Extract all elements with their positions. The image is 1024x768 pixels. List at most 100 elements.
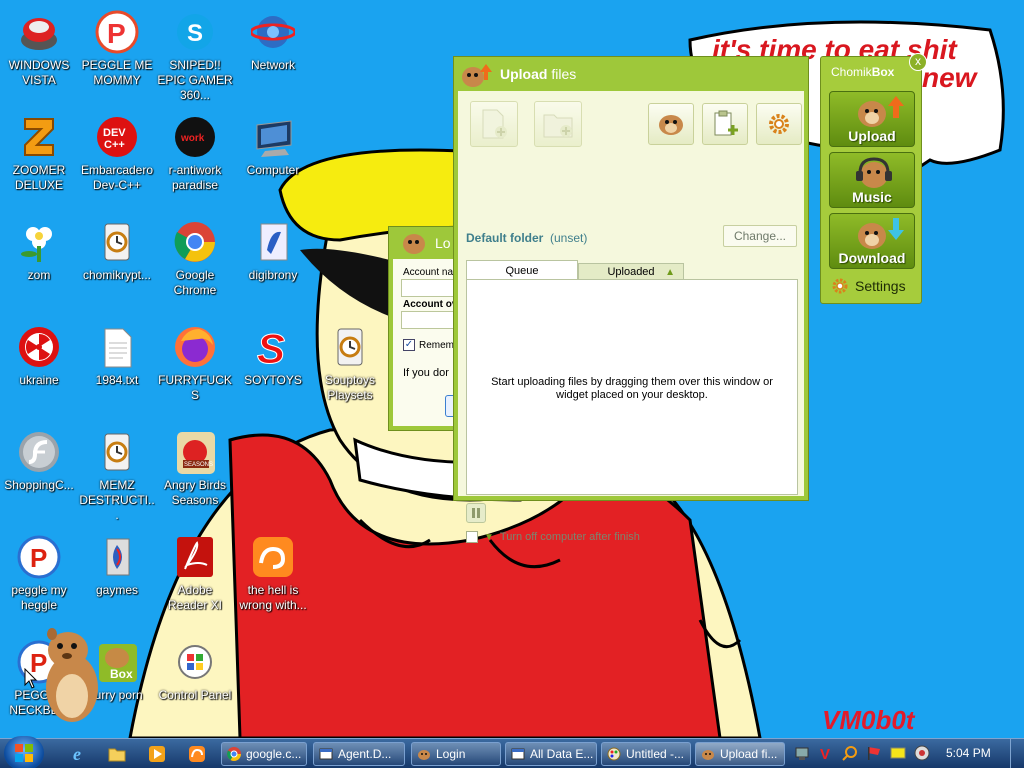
- tray-flag-icon[interactable]: [866, 745, 882, 761]
- hamster-headphones-icon: [856, 157, 892, 188]
- desktop-icon-peggle-my-heggle[interactable]: P peggle my heggle: [1, 533, 77, 613]
- desktop-icon-gaymes[interactable]: gaymes: [79, 533, 155, 598]
- clipboard-add-icon: [714, 110, 738, 136]
- desktop-icon-chomikrypt[interactable]: chomikrypt...: [79, 218, 155, 283]
- wallpaper-signature: VM0b0t: [822, 705, 915, 735]
- quicklaunch-ie-icon[interactable]: e: [66, 743, 88, 765]
- add-files-button[interactable]: [470, 101, 518, 147]
- default-folder-value: (unset): [550, 231, 588, 245]
- digibrony-icon: [249, 218, 297, 266]
- chomikbox-widget[interactable]: ChomikBox x Upload Music Download Settin…: [820, 53, 927, 304]
- soytoys-icon: S: [249, 323, 297, 371]
- desktop-icon-label: zom: [27, 268, 51, 282]
- taskbar-clock[interactable]: 5:04 PM: [946, 746, 991, 760]
- desktop-icon-souptoys-playsets[interactable]: Souptoys Playsets: [312, 323, 388, 403]
- pause-button[interactable]: [466, 503, 486, 523]
- desktop-icon-computer[interactable]: Computer: [235, 113, 311, 178]
- taskbar-item-chrome[interactable]: google.c...: [221, 742, 307, 766]
- widget-download-button[interactable]: Download: [829, 213, 915, 269]
- settings-button[interactable]: [756, 103, 802, 145]
- queue-panel[interactable]: Start uploading files by dragging them o…: [466, 279, 798, 495]
- desktop-icon-digibrony[interactable]: digibrony: [235, 218, 311, 283]
- desktop-icon-dev-cpp[interactable]: DEV C++ Embarcadero Dev-C++: [79, 113, 155, 193]
- desktop-icon-label: Embarcadero Dev-C++: [80, 163, 154, 192]
- tab-queue[interactable]: Queue: [466, 260, 578, 280]
- system-tray: V: [792, 739, 942, 768]
- change-folder-button[interactable]: Change...: [723, 225, 797, 247]
- desktop-icon-network[interactable]: Network: [235, 8, 311, 73]
- desktop-icon-furryfucks[interactable]: FURRYFUCKS: [157, 323, 233, 403]
- desktop-icon-label: chomikrypt...: [82, 268, 151, 282]
- adobe-reader-icon: [171, 533, 219, 581]
- widget-music-button[interactable]: Music: [829, 152, 915, 208]
- desktop-icon-windows-vista[interactable]: WINDOWS VISTA: [1, 8, 77, 88]
- taskbar-item-upload-files[interactable]: Upload fi...: [695, 742, 785, 766]
- taskbar-item-login[interactable]: Login: [411, 742, 501, 766]
- desktop-icon-the-hell-is-wrong[interactable]: the hell is wrong with...: [235, 533, 311, 613]
- desktop-icon-label: PEGGLE ME MOMMY: [81, 58, 153, 87]
- tray-v-icon[interactable]: V: [818, 745, 834, 761]
- taskbar-item-label: Agent.D...: [338, 747, 392, 761]
- tray-monitor-icon[interactable]: [890, 745, 906, 761]
- tray-volume-icon[interactable]: [914, 745, 930, 761]
- quicklaunch-uc-icon[interactable]: [186, 743, 208, 765]
- shutdown-option[interactable]: ▼ Turn off computer after finish: [466, 531, 640, 543]
- desktop-icon-adobe-reader[interactable]: Adobe Reader XI: [157, 533, 233, 613]
- pause-icon: [472, 508, 480, 518]
- taskbar-item-paint[interactable]: Untitled -...: [601, 742, 691, 766]
- chrome-icon: [171, 218, 219, 266]
- clipboard-add-button[interactable]: [702, 103, 748, 145]
- svg-text:SEASONS: SEASONS: [184, 462, 213, 468]
- mouse-cursor: [24, 668, 38, 689]
- tab-uploaded[interactable]: Uploaded ▲: [578, 263, 684, 280]
- upload-window-title: Upload files: [500, 66, 577, 82]
- shutdown-checkbox[interactable]: [466, 531, 478, 543]
- start-button[interactable]: [4, 736, 44, 768]
- desktop-icon-google-chrome[interactable]: Google Chrome: [157, 218, 233, 298]
- widget-settings-button[interactable]: Settings: [831, 277, 906, 295]
- account-password-label: Account ov: [403, 299, 458, 310]
- account-name-label: Account na: [403, 267, 454, 278]
- show-desktop-button[interactable]: [1010, 739, 1024, 768]
- desktop-icon-r-antiwork[interactable]: work r-antiwork paradise: [157, 113, 233, 193]
- flash-icon: [15, 428, 63, 476]
- taskbar-item-agent[interactable]: Agent.D...: [313, 742, 405, 766]
- desktop-icon-label: Angry Birds Seasons: [163, 478, 227, 507]
- hamster-icon: [403, 234, 425, 254]
- taskbar-item-label: google.c...: [246, 747, 302, 761]
- remember-checkbox[interactable]: ✓: [403, 339, 415, 351]
- desktop-icon-memz[interactable]: MEMZ DESTRUCTI...: [79, 428, 155, 523]
- add-folder-button[interactable]: [534, 101, 582, 147]
- hamster-mascot[interactable]: [38, 626, 108, 726]
- widget-upload-button[interactable]: Upload: [829, 91, 915, 147]
- svg-text:P: P: [107, 18, 126, 49]
- desktop-icon-zom[interactable]: zom: [1, 218, 77, 283]
- network-icon: [249, 8, 297, 56]
- widget-close-button[interactable]: x: [909, 53, 927, 71]
- desktop-icon-sniped[interactable]: S SNIPED!! EPIC GAMER 360...: [157, 8, 233, 103]
- shortcut-icon: [93, 218, 141, 266]
- svg-text:Box: Box: [110, 667, 133, 681]
- quicklaunch-media-icon[interactable]: [146, 743, 168, 765]
- desktop-icon-label: WINDOWS VISTA: [8, 58, 70, 87]
- tray-search-icon[interactable]: [842, 745, 858, 761]
- desktop-icon-control-panel[interactable]: Control Panel: [157, 638, 233, 703]
- upload-files-window[interactable]: Upload files Default folder (unset) Chan…: [453, 56, 809, 543]
- desktop-icon-peggle-me-mommy[interactable]: P PEGGLE ME MOMMY: [79, 8, 155, 88]
- desktop-icon-ukraine[interactable]: ukraine: [1, 323, 77, 388]
- quicklaunch-explorer-icon[interactable]: [106, 743, 128, 765]
- login-hint: If you dor: [403, 367, 449, 379]
- default-folder-label: Default folder: [466, 231, 544, 245]
- desktop-icon-shoppingc[interactable]: ShoppingC...: [1, 428, 77, 493]
- chomik-account-button[interactable]: [648, 103, 694, 145]
- windows-logo-icon: [15, 744, 33, 762]
- taskbar-item-all-data[interactable]: All Data E...: [505, 742, 597, 766]
- tray-network-icon[interactable]: [794, 745, 810, 761]
- desktop-icon-label: r-antiwork paradise: [168, 163, 222, 192]
- desktop-icon-zoomer-deluxe[interactable]: ZOOMER DELUXE: [1, 113, 77, 193]
- desktop-icon-soytoys[interactable]: S SOYTOYS: [235, 323, 311, 388]
- upload-window-titlebar[interactable]: Upload files: [454, 57, 808, 91]
- desktop-icon-angry-birds[interactable]: SEASONS Angry Birds Seasons: [157, 428, 233, 508]
- add-folder-icon: [543, 114, 573, 138]
- desktop-icon-1984-txt[interactable]: 1984.txt: [79, 323, 155, 388]
